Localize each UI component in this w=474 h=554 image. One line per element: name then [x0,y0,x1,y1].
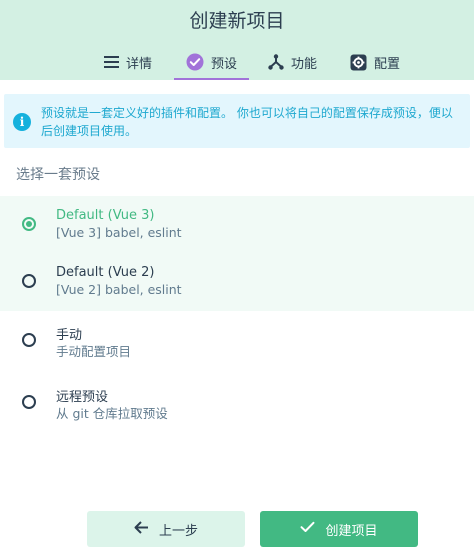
info-banner: i 预设就是一套定义好的插件和配置。 你也可以将自己的配置保存成预设，便以后创建… [4,94,470,148]
settings-icon [350,54,367,71]
section-title: 选择一套预设 [16,167,100,183]
preset-name: Default (Vue 2) [56,265,155,280]
tab-label: 详情 [126,56,153,72]
preset-description: 从 git 仓库拉取预设 [56,406,168,421]
preset-option-remote[interactable]: 远程预设 从 git 仓库拉取预设 [0,374,474,432]
preset-description: [Vue 2] babel, eslint [56,282,182,297]
check-circle-icon [186,53,204,71]
radio-selected-icon[interactable] [22,217,36,231]
tab-label: 预设 [211,56,238,72]
tab-label: 功能 [291,56,318,72]
page-title: 创建新项目 [189,10,285,32]
list-icon [104,56,119,68]
tab-features[interactable]: 功能 [268,44,317,80]
preset-option-vue2[interactable]: Default (Vue 2) [Vue 2] babel, eslint [0,253,474,311]
fork-icon [268,54,284,70]
create-project-button[interactable]: 创建项目 [260,511,418,547]
tab-settings[interactable]: 配置 [350,44,400,80]
info-icon: i [13,113,31,131]
check-icon [300,521,315,537]
preset-name: Default (Vue 3) [56,208,155,223]
create-project-button-label: 创建项目 [325,523,378,539]
info-text: 预设就是一套定义好的插件和配置。 你也可以将自己的配置保存成预设，便以后创建项目… [41,106,453,138]
tab-bar: 详情 预设 功能 配置 [0,44,474,80]
preset-option-vue3[interactable]: Default (Vue 3) [Vue 3] babel, eslint [0,196,474,254]
radio-icon[interactable] [22,333,36,347]
tab-presets[interactable]: 预设 [174,44,250,80]
tab-details[interactable]: 详情 [104,44,152,80]
preset-option-manual[interactable]: 手动 手动配置项目 [0,312,474,370]
arrow-left-icon [134,520,149,538]
radio-icon[interactable] [22,395,36,409]
previous-button[interactable]: 上一步 [87,511,245,547]
preset-description: [Vue 3] babel, eslint [56,225,182,240]
radio-icon[interactable] [22,274,36,288]
preset-description: 手动配置项目 [56,344,132,359]
tab-active-indicator [174,78,250,80]
header: 创建新项目 详情 预设 功能 配置 [0,0,474,80]
previous-button-label: 上一步 [158,523,198,539]
tab-label: 配置 [374,56,401,72]
